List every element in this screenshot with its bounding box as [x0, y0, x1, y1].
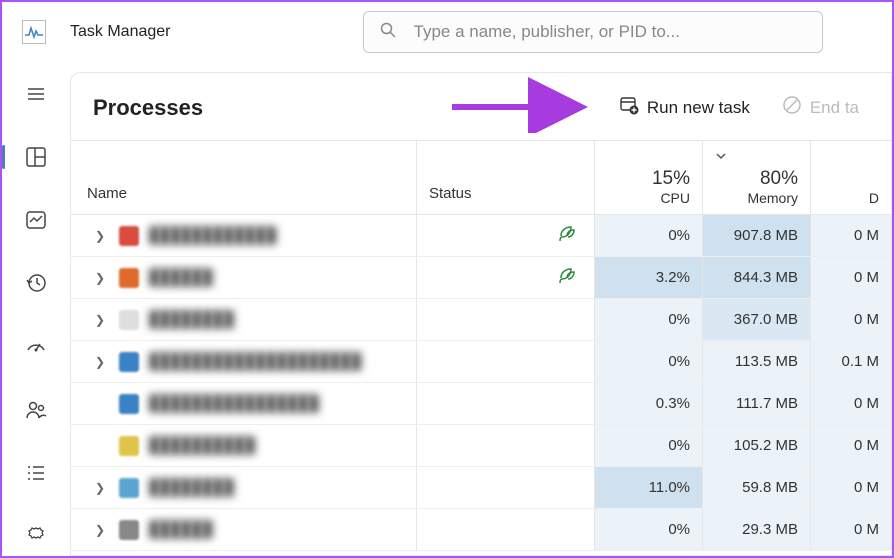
process-name: ████████████████	[149, 395, 319, 412]
nav-history[interactable]	[16, 264, 56, 303]
cpu-cell: 0%	[595, 299, 703, 340]
col-memory-header[interactable]: 80% Memory	[703, 141, 811, 214]
process-icon	[119, 226, 139, 246]
disk-cell: 0 M	[811, 509, 891, 550]
chevron-down-icon	[715, 149, 727, 167]
search-input[interactable]	[414, 22, 806, 42]
app-icon	[22, 20, 46, 44]
process-name: ████████████	[149, 227, 277, 244]
process-icon	[119, 352, 139, 372]
nav-services[interactable]	[16, 517, 56, 556]
disk-cell: 0 M	[811, 257, 891, 298]
run-task-icon	[619, 95, 639, 120]
run-task-label: Run new task	[647, 98, 750, 118]
cpu-cell: 3.2%	[595, 257, 703, 298]
end-task-icon	[782, 95, 802, 120]
table-row[interactable]: ❯ ████████ 0%367.0 MB0 M	[71, 299, 891, 341]
process-name: ██████	[149, 521, 213, 538]
cpu-cell: 0%	[595, 215, 703, 256]
status-cell	[417, 425, 595, 466]
panel-title: Processes	[93, 95, 597, 121]
process-icon	[119, 268, 139, 288]
status-cell	[417, 467, 595, 508]
cpu-cell: 0.3%	[595, 383, 703, 424]
memory-cell: 844.3 MB	[703, 257, 811, 298]
status-cell	[417, 383, 595, 424]
expand-chevron[interactable]: ❯	[95, 271, 109, 285]
col-status-header[interactable]: Status	[417, 141, 595, 214]
nav-performance[interactable]	[16, 201, 56, 240]
nav-users[interactable]	[16, 390, 56, 429]
expand-chevron[interactable]: ❯	[95, 523, 109, 537]
eco-leaf-icon	[556, 265, 578, 291]
nav-details[interactable]	[16, 454, 56, 493]
search-box[interactable]	[363, 11, 823, 53]
hamburger-menu[interactable]	[16, 74, 56, 113]
status-cell	[417, 509, 595, 550]
process-icon	[119, 310, 139, 330]
disk-cell: 0 M	[811, 425, 891, 466]
process-icon	[119, 520, 139, 540]
expand-chevron[interactable]: ❯	[95, 355, 109, 369]
disk-cell: 0 M	[811, 215, 891, 256]
process-name: ████████████████████	[149, 353, 362, 370]
process-icon	[119, 478, 139, 498]
content-panel: Processes Run new task End ta Name Statu…	[70, 72, 892, 556]
app-title: Task Manager	[70, 23, 171, 41]
table-row[interactable]: ████████████████ 0.3%111.7 MB0 M	[71, 383, 891, 425]
col-name-header[interactable]: Name	[71, 141, 417, 214]
table-row[interactable]: ❯ ██████ 3.2%844.3 MB0 M	[71, 257, 891, 299]
memory-cell: 113.5 MB	[703, 341, 811, 382]
nav-processes[interactable]	[16, 137, 56, 176]
disk-cell: 0.1 M	[811, 341, 891, 382]
cpu-cell: 0%	[595, 509, 703, 550]
table-row[interactable]: ❯ ████████ 11.0%59.8 MB0 M	[71, 467, 891, 509]
process-name: ████████	[149, 311, 234, 328]
table-row[interactable]: ❯ ██████ 0%29.3 MB0 M	[71, 509, 891, 551]
table-row[interactable]: ❯ ████████████████████ 0%113.5 MB0.1 M	[71, 341, 891, 383]
memory-cell: 111.7 MB	[703, 383, 811, 424]
cpu-cell: 11.0%	[595, 467, 703, 508]
col-cpu-header[interactable]: 15% CPU	[595, 141, 703, 214]
process-icon	[119, 436, 139, 456]
expand-chevron[interactable]: ❯	[95, 313, 109, 327]
cpu-cell: 0%	[595, 341, 703, 382]
status-cell	[417, 299, 595, 340]
process-name: ██████████	[149, 437, 255, 454]
status-cell	[417, 257, 595, 298]
expand-chevron[interactable]: ❯	[95, 229, 109, 243]
memory-cell: 29.3 MB	[703, 509, 811, 550]
memory-cell: 105.2 MB	[703, 425, 811, 466]
title-bar: Task Manager	[2, 2, 892, 62]
disk-cell: 0 M	[811, 383, 891, 424]
status-cell	[417, 215, 595, 256]
end-task-button: End ta	[772, 89, 869, 126]
sidebar	[2, 62, 70, 556]
disk-cell: 0 M	[811, 467, 891, 508]
table-rows: ❯████████████0%907.8 MB0 M❯██████3.2%844…	[71, 215, 891, 551]
table-row[interactable]: ██████████ 0%105.2 MB0 M	[71, 425, 891, 467]
table-header: Name Status 15% CPU 80% Memory D	[71, 141, 891, 215]
search-icon	[380, 22, 396, 43]
status-cell	[417, 341, 595, 382]
process-name: ██████	[149, 269, 213, 286]
process-table: Name Status 15% CPU 80% Memory D	[71, 140, 891, 555]
end-task-label: End ta	[810, 98, 859, 118]
nav-startup[interactable]	[16, 327, 56, 366]
process-icon	[119, 394, 139, 414]
cpu-cell: 0%	[595, 425, 703, 466]
memory-cell: 907.8 MB	[703, 215, 811, 256]
panel-header: Processes Run new task End ta	[71, 73, 891, 140]
memory-cell: 59.8 MB	[703, 467, 811, 508]
expand-chevron[interactable]: ❯	[95, 481, 109, 495]
eco-leaf-icon	[556, 223, 578, 249]
col-disk-header[interactable]: D	[811, 141, 891, 214]
disk-cell: 0 M	[811, 299, 891, 340]
memory-cell: 367.0 MB	[703, 299, 811, 340]
table-row[interactable]: ❯ ████████████ 0%907.8 MB0 M	[71, 215, 891, 257]
process-name: ████████	[149, 479, 234, 496]
run-new-task-button[interactable]: Run new task	[609, 89, 760, 126]
